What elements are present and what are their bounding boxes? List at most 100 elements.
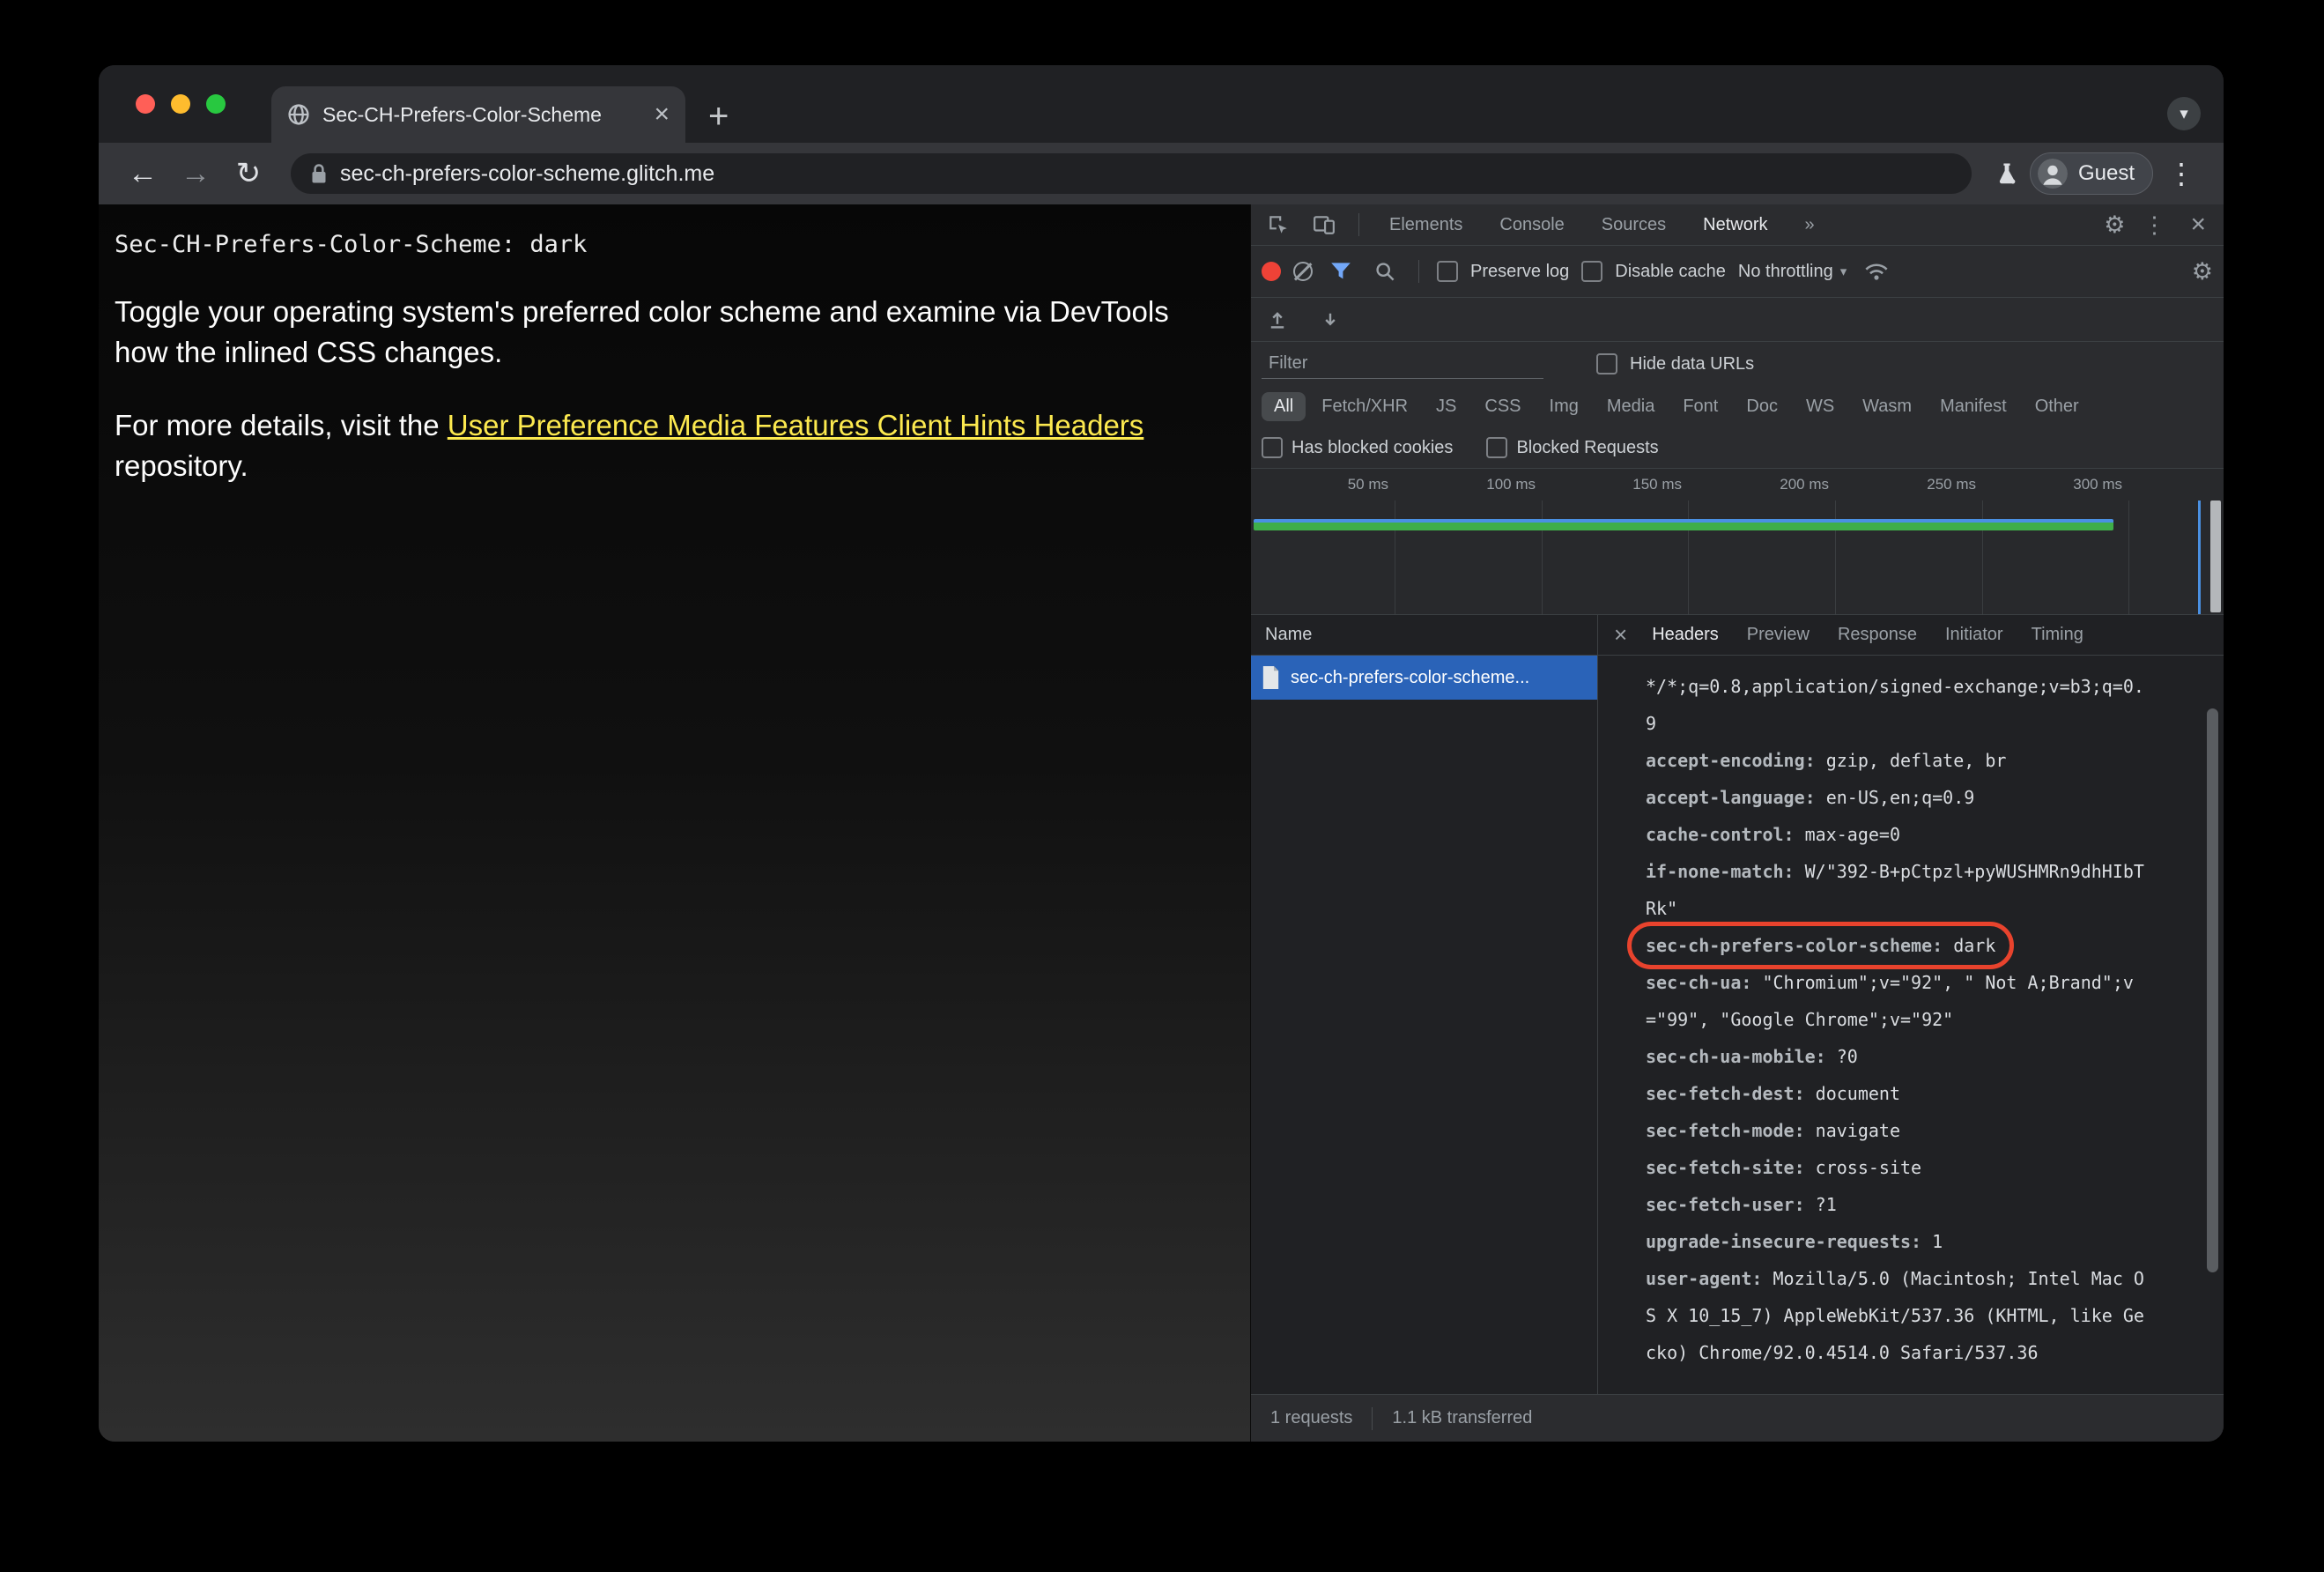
timeline-tick: 300 ms [2073, 476, 2122, 493]
chip-img[interactable]: Img [1537, 392, 1591, 421]
filter-row: Filter Hide data URLs [1251, 342, 2224, 386]
chip-other[interactable]: Other [2023, 392, 2091, 421]
devtools-panel: Elements Console Sources Network » ⚙ ⋮ × [1250, 204, 2224, 1442]
device-toolbar-icon[interactable] [1307, 213, 1341, 236]
header-name: cache-control: [1646, 824, 1795, 845]
more-tabs-button[interactable]: » [1793, 204, 1827, 245]
client-hints-link[interactable]: User Preference Media Features Client Hi… [448, 409, 1144, 441]
devtools-menu-icon[interactable]: ⋮ [2137, 211, 2171, 239]
browser-tab[interactable]: Sec-CH-Prefers-Color-Scheme × [271, 86, 685, 143]
chip-fetch-xhr[interactable]: Fetch/XHR [1309, 392, 1420, 421]
chip-doc[interactable]: Doc [1734, 392, 1790, 421]
hide-data-urls-checkbox[interactable] [1596, 353, 1617, 374]
preserve-log-checkbox[interactable] [1437, 261, 1458, 282]
inspect-element-icon[interactable] [1262, 213, 1295, 236]
devtools-settings-gear-icon[interactable]: ⚙ [2104, 212, 2125, 237]
network-main: Name sec-ch-prefers-color-scheme... × He… [1251, 615, 2224, 1394]
header-entry: sec-fetch-mode: navigate [1646, 1112, 2148, 1149]
chip-css[interactable]: CSS [1472, 392, 1533, 421]
chip-wasm[interactable]: Wasm [1850, 392, 1924, 421]
name-column-header[interactable]: Name [1251, 615, 1597, 656]
request-name: sec-ch-prefers-color-scheme... [1291, 667, 1530, 687]
new-tab-button[interactable]: + [708, 99, 729, 134]
tab-sources[interactable]: Sources [1589, 204, 1678, 245]
disable-cache-checkbox[interactable] [1581, 261, 1603, 282]
header-name: user-agent: [1646, 1268, 1763, 1289]
header-entry-highlighted: sec-ch-prefers-color-scheme: dark [1627, 922, 2148, 969]
tab-timing[interactable]: Timing [2017, 615, 2098, 655]
timeline-gridline [1542, 501, 1543, 614]
blocked-requests-checkbox[interactable] [1486, 437, 1508, 458]
lock-icon [310, 163, 328, 185]
back-button[interactable]: ← [120, 151, 166, 196]
details-scrollbar[interactable] [2207, 708, 2218, 1272]
chip-js[interactable]: JS [1424, 392, 1469, 421]
header-entry: accept-language: en-US,en;q=0.9 [1646, 779, 2148, 816]
chip-manifest[interactable]: Manifest [1928, 392, 2019, 421]
details-close-icon[interactable]: × [1603, 621, 1638, 649]
minimize-window-button[interactable] [171, 94, 190, 114]
network-overview-timeline[interactable]: 50 ms 100 ms 150 ms 200 ms 250 ms 300 ms [1251, 469, 2224, 615]
tab-title: Sec-CH-Prefers-Color-Scheme [322, 102, 602, 126]
reload-button[interactable]: ↻ [226, 151, 271, 196]
header-value: dark [1953, 935, 1996, 956]
browser-menu-button[interactable]: ⋮ [2160, 157, 2202, 190]
chip-ws[interactable]: WS [1794, 392, 1847, 421]
labs-flask-icon[interactable] [1991, 161, 2023, 187]
paragraph-text: repository. [115, 449, 248, 482]
timeline-scroll-handle[interactable] [2210, 501, 2221, 612]
timeline-tick: 50 ms [1347, 476, 1388, 493]
divider [1418, 260, 1419, 283]
devtools-tabbar: Elements Console Sources Network » ⚙ ⋮ × [1251, 204, 2224, 246]
throttling-dropdown[interactable]: No throttling ▾ [1738, 262, 1847, 282]
header-name: accept-encoding: [1646, 750, 1816, 771]
address-bar[interactable]: sec-ch-prefers-color-scheme.glitch.me [291, 153, 1972, 194]
desktop-background: Sec-CH-Prefers-Color-Scheme × + ▾ ← → ↻ … [0, 0, 2324, 1572]
document-icon [1262, 666, 1280, 689]
network-conditions-icon[interactable] [1859, 262, 1894, 281]
tab-elements[interactable]: Elements [1377, 204, 1475, 245]
throttling-value: No throttling [1737, 261, 1833, 281]
record-button[interactable] [1262, 262, 1281, 281]
import-har-icon[interactable] [1262, 309, 1293, 330]
globe-favicon-icon [287, 103, 310, 126]
devtools-close-icon[interactable]: × [2183, 210, 2213, 240]
tab-preview[interactable]: Preview [1733, 615, 1824, 655]
fullscreen-window-button[interactable] [206, 94, 226, 114]
profile-button[interactable]: Guest [2029, 152, 2153, 195]
header-name: sec-fetch-user: [1646, 1194, 1805, 1215]
chip-media[interactable]: Media [1595, 392, 1667, 421]
header-entry: cache-control: max-age=0 [1646, 816, 2148, 853]
timeline-tick: 250 ms [1927, 476, 1976, 493]
chip-font[interactable]: Font [1670, 392, 1730, 421]
paragraph-text: For more details, visit the [115, 409, 448, 442]
clear-requests-icon[interactable] [1293, 262, 1313, 281]
close-window-button[interactable] [136, 94, 155, 114]
blocked-cookies-label: Has blocked cookies [1292, 437, 1454, 457]
header-entry: sec-fetch-site: cross-site [1646, 1149, 2148, 1186]
filter-funnel-icon[interactable] [1325, 262, 1357, 281]
header-entry: sec-fetch-user: ?1 [1646, 1186, 2148, 1223]
filter-input[interactable]: Filter [1262, 349, 1543, 379]
header-name: sec-fetch-site: [1646, 1157, 1805, 1178]
tab-search-button[interactable]: ▾ [2167, 97, 2201, 130]
chip-all[interactable]: All [1262, 392, 1306, 421]
tab-initiator[interactable]: Initiator [1931, 615, 2017, 655]
tab-headers[interactable]: Headers [1638, 615, 1733, 655]
header-value: cross-site [1815, 1157, 1922, 1178]
network-settings-gear-icon[interactable]: ⚙ [2192, 259, 2213, 284]
tab-close-icon[interactable]: × [654, 101, 670, 128]
tab-console[interactable]: Console [1487, 204, 1576, 245]
forward-button[interactable]: → [173, 151, 218, 196]
tab-network[interactable]: Network [1691, 204, 1780, 245]
request-row[interactable]: sec-ch-prefers-color-scheme... [1251, 656, 1597, 700]
search-icon[interactable] [1369, 261, 1401, 282]
header-entry: */*;q=0.8,application/signed-exchange;v=… [1646, 668, 2148, 742]
header-name: sec-fetch-mode: [1646, 1120, 1805, 1141]
header-entry: sec-fetch-dest: document [1646, 1075, 2148, 1112]
tab-response[interactable]: Response [1824, 615, 1931, 655]
export-har-icon[interactable] [1314, 309, 1346, 330]
guest-label: Guest [2077, 161, 2135, 185]
blocked-cookies-checkbox[interactable] [1262, 437, 1283, 458]
header-entry: sec-ch-ua: "Chromium";v="92", " Not A;Br… [1646, 964, 2148, 1038]
